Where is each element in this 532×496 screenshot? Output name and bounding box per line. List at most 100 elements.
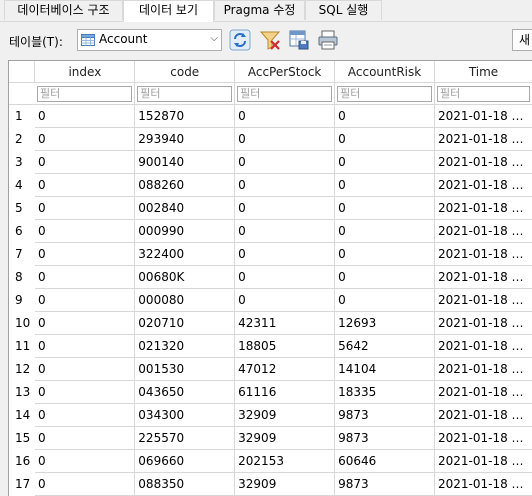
cell-accountrisk[interactable]: 9873 — [335, 473, 435, 496]
cell-time[interactable]: 2021-01-18 … — [435, 473, 532, 496]
cell-index[interactable]: 0 — [35, 450, 135, 473]
table-row[interactable]: 1100213201880556422021-01-18 … — [9, 335, 532, 358]
cell-time[interactable]: 2021-01-18 … — [435, 404, 532, 427]
cell-accountrisk[interactable]: 0 — [335, 174, 435, 197]
cell-index[interactable]: 0 — [35, 312, 135, 335]
table-row[interactable]: 90000080002021-01-18 … — [9, 289, 532, 312]
table-row[interactable]: 10002071042311126932021-01-18 … — [9, 312, 532, 335]
cell-time[interactable]: 2021-01-18 … — [435, 105, 532, 128]
cell-accperstock[interactable]: 0 — [235, 220, 335, 243]
save-table-button[interactable] — [287, 28, 311, 52]
cell-accperstock[interactable]: 0 — [235, 105, 335, 128]
cell-index[interactable]: 0 — [35, 174, 135, 197]
cell-accperstock[interactable]: 0 — [235, 197, 335, 220]
cell-accperstock[interactable]: 32909 — [235, 427, 335, 450]
cell-accperstock[interactable]: 42311 — [235, 312, 335, 335]
row-number[interactable]: 16 — [9, 450, 35, 473]
row-number[interactable]: 15 — [9, 427, 35, 450]
cell-accperstock[interactable]: 202153 — [235, 450, 335, 473]
cell-code[interactable]: 000990 — [135, 220, 235, 243]
cell-code[interactable]: 020710 — [135, 312, 235, 335]
row-number[interactable]: 11 — [9, 335, 35, 358]
cell-index[interactable]: 0 — [35, 220, 135, 243]
tab-execute-sql[interactable]: SQL 실행 — [305, 0, 382, 20]
tab-edit-pragmas[interactable]: Pragma 수정 — [214, 0, 305, 20]
cell-accperstock[interactable]: 0 — [235, 174, 335, 197]
cell-index[interactable]: 0 — [35, 151, 135, 174]
cell-accountrisk[interactable]: 0 — [335, 128, 435, 151]
cell-accountrisk[interactable]: 0 — [335, 197, 435, 220]
filter-input-code[interactable]: 필터 — [137, 86, 232, 102]
cell-accountrisk[interactable]: 60646 — [335, 450, 435, 473]
cell-accperstock[interactable]: 32909 — [235, 404, 335, 427]
refresh-button[interactable] — [228, 28, 252, 52]
row-number[interactable]: 6 — [9, 220, 35, 243]
cell-accountrisk[interactable]: 9873 — [335, 427, 435, 450]
table-row[interactable]: 20293940002021-01-18 … — [9, 128, 532, 151]
row-number[interactable]: 1 — [9, 105, 35, 128]
cell-code[interactable]: 001530 — [135, 358, 235, 381]
cell-code[interactable]: 322400 — [135, 243, 235, 266]
row-number[interactable]: 17 — [9, 473, 35, 496]
cell-accperstock[interactable]: 0 — [235, 266, 335, 289]
cell-index[interactable]: 0 — [35, 381, 135, 404]
cell-accountrisk[interactable]: 0 — [335, 220, 435, 243]
column-header-accountrisk[interactable]: AccountRisk — [335, 61, 435, 83]
cell-accountrisk[interactable]: 0 — [335, 289, 435, 312]
column-header-code[interactable]: code — [135, 61, 235, 83]
cell-accperstock[interactable]: 47012 — [235, 358, 335, 381]
cell-accperstock[interactable]: 0 — [235, 243, 335, 266]
cell-accperstock[interactable]: 32909 — [235, 473, 335, 496]
new-record-button[interactable]: 새 — [512, 29, 532, 51]
cell-time[interactable]: 2021-01-18 … — [435, 450, 532, 473]
cell-code[interactable]: 034300 — [135, 404, 235, 427]
cell-code[interactable]: 002840 — [135, 197, 235, 220]
filter-input-accperstock[interactable]: 필터 — [237, 86, 332, 102]
table-row[interactable]: 13004365061116183352021-01-18 … — [9, 381, 532, 404]
row-number[interactable]: 9 — [9, 289, 35, 312]
cell-code[interactable]: 152870 — [135, 105, 235, 128]
cell-time[interactable]: 2021-01-18 … — [435, 312, 532, 335]
cell-code[interactable]: 088260 — [135, 174, 235, 197]
cell-time[interactable]: 2021-01-18 … — [435, 197, 532, 220]
cell-accountrisk[interactable]: 0 — [335, 105, 435, 128]
table-row[interactable]: 50002840002021-01-18 … — [9, 197, 532, 220]
cell-time[interactable]: 2021-01-18 … — [435, 358, 532, 381]
cell-accperstock[interactable]: 61116 — [235, 381, 335, 404]
row-number[interactable]: 2 — [9, 128, 35, 151]
column-header-index[interactable]: index — [35, 61, 135, 83]
cell-time[interactable]: 2021-01-18 … — [435, 151, 532, 174]
tab-database-structure[interactable]: 데이터베이스 구조 — [4, 0, 123, 20]
cell-index[interactable]: 0 — [35, 289, 135, 312]
row-number[interactable]: 12 — [9, 358, 35, 381]
table-row[interactable]: 40088260002021-01-18 … — [9, 174, 532, 197]
cell-accountrisk[interactable]: 18335 — [335, 381, 435, 404]
cell-accountrisk[interactable]: 14104 — [335, 358, 435, 381]
row-number[interactable]: 4 — [9, 174, 35, 197]
cell-time[interactable]: 2021-01-18 … — [435, 427, 532, 450]
cell-accperstock[interactable]: 0 — [235, 151, 335, 174]
cell-accountrisk[interactable]: 12693 — [335, 312, 435, 335]
cell-accountrisk[interactable]: 0 — [335, 266, 435, 289]
cell-index[interactable]: 0 — [35, 358, 135, 381]
cell-index[interactable]: 0 — [35, 427, 135, 450]
cell-time[interactable]: 2021-01-18 … — [435, 266, 532, 289]
column-header-time[interactable]: Time — [435, 61, 532, 83]
table-row[interactable]: 10152870002021-01-18 … — [9, 105, 532, 128]
cell-code[interactable]: 021320 — [135, 335, 235, 358]
cell-time[interactable]: 2021-01-18 … — [435, 381, 532, 404]
cell-accountrisk[interactable]: 5642 — [335, 335, 435, 358]
cell-index[interactable]: 0 — [35, 266, 135, 289]
table-row[interactable]: 1502255703290998732021-01-18 … — [9, 427, 532, 450]
filter-input-time[interactable]: 필터 — [437, 86, 530, 102]
table-select[interactable]: Account ⌵ — [77, 29, 222, 51]
cell-code[interactable]: 043650 — [135, 381, 235, 404]
cell-accountrisk[interactable]: 0 — [335, 243, 435, 266]
cell-time[interactable]: 2021-01-18 … — [435, 243, 532, 266]
cell-index[interactable]: 0 — [35, 404, 135, 427]
cell-accperstock[interactable]: 0 — [235, 289, 335, 312]
cell-code[interactable]: 293940 — [135, 128, 235, 151]
row-number[interactable]: 8 — [9, 266, 35, 289]
cell-accountrisk[interactable]: 9873 — [335, 404, 435, 427]
row-number[interactable]: 3 — [9, 151, 35, 174]
